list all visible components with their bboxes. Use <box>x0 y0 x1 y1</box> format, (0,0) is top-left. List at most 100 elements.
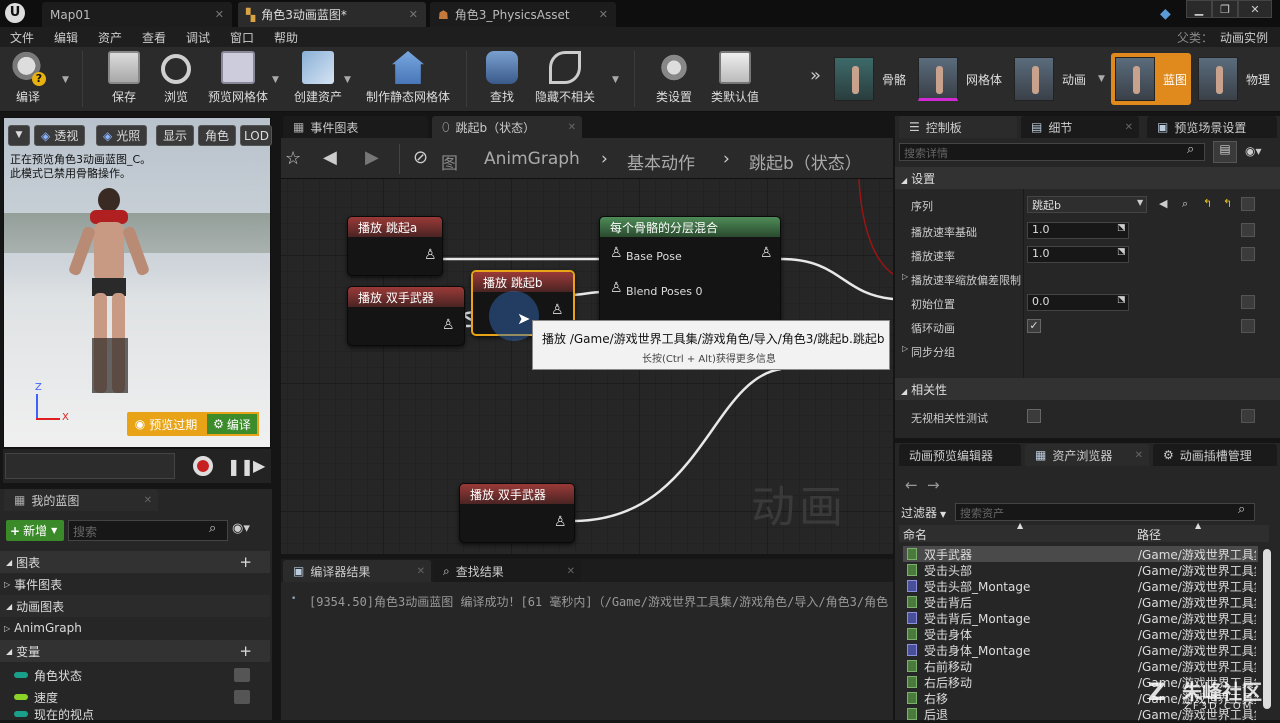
chevrons-right-icon[interactable]: » <box>810 65 821 86</box>
add-graph-plus-icon[interactable]: + <box>239 553 252 571</box>
start-position-input[interactable]: 0.0 <box>1027 294 1129 311</box>
close-icon[interactable]: ✕ <box>144 495 152 506</box>
search-icon[interactable]: ⌕ <box>1182 197 1188 211</box>
mode-physics[interactable]: 物理 <box>1198 54 1270 104</box>
node-layered-blend[interactable]: 每个骨骼的分层混合 ♙ Base Pose ♙ Blend Poses 0 ♙ <box>599 216 781 326</box>
perspective-button[interactable]: ◈ 透视 <box>34 125 86 146</box>
tab-preview-scene[interactable]: ▣ 预览场景设置 <box>1147 116 1277 138</box>
parent-class-link[interactable]: 动画实例 <box>1220 29 1268 46</box>
mode-animation[interactable]: 动画 ▼ <box>1014 54 1105 104</box>
chevron-down-icon[interactable]: ▼ <box>1098 74 1105 84</box>
loop-checkbox[interactable]: ✓ <box>1027 319 1041 333</box>
lod-button[interactable]: LOD <box>240 125 272 146</box>
back-arrow-icon[interactable]: ◀ <box>323 147 337 168</box>
mode-skeleton[interactable]: 骨骼 <box>834 54 906 104</box>
search-icon[interactable]: ⌕ <box>209 521 216 536</box>
blend-poses-pin-icon[interactable]: ♙ <box>610 280 623 296</box>
chevron-down-icon[interactable]: ▼ <box>272 75 279 85</box>
node-play-dual-weapons-2[interactable]: 播放 双手武器 ♙ <box>459 483 575 543</box>
menu-file[interactable]: 文件 <box>10 29 34 46</box>
chevron-down-icon[interactable]: ▼ <box>612 75 619 85</box>
menu-asset[interactable]: 资产 <box>98 29 122 46</box>
chevron-down-icon[interactable]: ▼ <box>1137 198 1143 207</box>
close-icon[interactable]: ✕ <box>417 566 425 577</box>
chevron-down-icon[interactable]: ▼ <box>62 75 69 85</box>
preview-outdated-button[interactable]: ◉ 预览过期 <box>127 412 205 436</box>
anim-graph-item[interactable]: ▷ AnimGraph <box>0 617 270 639</box>
pose-pin-icon[interactable]: ♙ <box>554 514 567 530</box>
play-rate-input[interactable]: 1.0 <box>1027 246 1129 263</box>
back-arrow-icon[interactable]: ◀ <box>1159 197 1167 210</box>
variable-item[interactable]: 现在的视点 <box>0 708 270 720</box>
event-graph-item[interactable]: ▷ 事件图表 <box>0 573 270 595</box>
close-icon[interactable]: ✕ <box>567 566 575 577</box>
play-icon[interactable]: ▶ <box>253 456 265 475</box>
detail-row-sync-group[interactable]: ▷ 同步分组 <box>897 339 1280 363</box>
viewport-compile-button[interactable]: ⚙ 编译 <box>205 412 259 436</box>
filter-button[interactable]: 过滤器 ▼ <box>901 504 946 521</box>
detail-row-scale-bias[interactable]: ▷ 播放速率缩放偏差限制 <box>897 267 1280 291</box>
ignore-relevancy-checkbox[interactable] <box>1027 409 1041 423</box>
section-settings[interactable]: ◢ 设置 <box>895 167 1280 189</box>
hide-unrelated-button[interactable]: 隐藏不相关 <box>532 51 598 109</box>
chevron-down-icon[interactable]: ▼ <box>344 75 351 85</box>
menu-edit[interactable]: 编辑 <box>54 29 78 46</box>
close-icon[interactable]: ✕ <box>1135 450 1143 461</box>
minimize-button[interactable]: ▁ <box>1186 0 1212 18</box>
base-pose-pin-icon[interactable]: ♙ <box>610 245 623 261</box>
asset-list-item[interactable]: 受击头部/Game/游戏世界工具集 <box>903 562 1258 578</box>
spin-icon[interactable]: ⬔ <box>1117 247 1126 257</box>
section-variables[interactable]: ◢ 变量 + <box>0 640 270 662</box>
view-options-eye-icon[interactable]: ◉▾ <box>232 521 250 536</box>
mode-blueprint[interactable]: 蓝图 <box>1111 53 1192 105</box>
pin-checkbox[interactable] <box>1241 197 1255 211</box>
close-window-button[interactable]: ✕ <box>1238 0 1272 18</box>
breadcrumb-item[interactable]: 图 <box>441 149 458 174</box>
notification-icon[interactable]: ◆ <box>1160 6 1171 22</box>
asset-list-item[interactable]: 双手武器/Game/游戏世界工具集 <box>903 546 1258 562</box>
variable-item[interactable]: 角色状态 <box>0 664 270 686</box>
tab-details[interactable]: ▤ 细节 ✕ <box>1021 116 1139 138</box>
asset-list-item[interactable]: 受击身体_Montage/Game/游戏世界工具集 <box>903 642 1258 658</box>
forward-arrow-icon[interactable]: → <box>927 476 940 494</box>
use-selected-icon[interactable]: ↰ <box>1203 197 1212 210</box>
forward-arrow-icon[interactable]: ▶ <box>365 147 379 168</box>
browse-button[interactable]: 浏览 <box>156 51 196 109</box>
lighting-button[interactable]: ◈ 光照 <box>96 125 148 146</box>
visibility-icon[interactable] <box>234 690 250 704</box>
pose-pin-icon[interactable]: ♙ <box>424 247 437 263</box>
compile-button[interactable]: ? 编译 <box>6 51 50 109</box>
log-line[interactable]: [9354.50]角色3动画蓝图 编译成功！[61 毫秒内]（/Game/游戏世… <box>309 593 889 610</box>
visibility-icon[interactable] <box>234 668 250 682</box>
back-arrow-icon[interactable]: ← <box>905 476 918 494</box>
asset-list-item[interactable]: 受击背后/Game/游戏世界工具集 <box>903 594 1258 610</box>
breadcrumb-item[interactable]: 基本动作 <box>627 149 695 174</box>
sequence-dropdown[interactable]: 跳起b <box>1027 196 1147 213</box>
tab-asset-browser[interactable]: ▦ 资产浏览器 ✕ <box>1025 444 1149 466</box>
asset-list-item[interactable]: 受击头部_Montage/Game/游戏世界工具集 <box>903 578 1258 594</box>
tab-control-panel[interactable]: ☰ 控制板 <box>899 116 1017 138</box>
section-graphs[interactable]: ◢ 图表 + <box>0 551 270 573</box>
pin-checkbox[interactable] <box>1241 247 1255 261</box>
show-button[interactable]: 显示 <box>156 125 195 146</box>
view-list-icon[interactable]: ▤ <box>1213 141 1237 163</box>
play-rate-basis-input[interactable]: 1.0 <box>1027 222 1129 239</box>
new-button[interactable]: + 新增 ▼ <box>6 520 64 541</box>
make-static-mesh-button[interactable]: 制作静态网格体 <box>364 51 452 109</box>
preview-mesh-button[interactable]: 预览网格体 <box>206 51 270 109</box>
spin-icon[interactable]: ⬔ <box>1117 295 1126 305</box>
pin-checkbox[interactable] <box>1241 319 1255 333</box>
character-button[interactable]: 角色 <box>198 125 237 146</box>
close-icon[interactable]: ✕ <box>409 8 418 21</box>
menu-view[interactable]: 查看 <box>142 29 166 46</box>
tab-my-blueprint[interactable]: ▦ 我的蓝图 ✕ <box>4 489 158 511</box>
tab-state-jump-b[interactable]: ⬯ 跳起b（状态） ✕ <box>432 116 582 138</box>
menu-debug[interactable]: 调试 <box>186 29 210 46</box>
viewport-options-button[interactable]: ▼ <box>8 125 30 146</box>
pose-pin-icon[interactable]: ♙ <box>442 317 455 333</box>
menu-window[interactable]: 窗口 <box>230 29 254 46</box>
find-button[interactable]: 查找 <box>480 51 524 109</box>
create-asset-button[interactable]: 创建资产 <box>290 51 346 109</box>
blueprint-search-input[interactable]: 搜索 <box>68 520 228 541</box>
asset-list-item[interactable]: 受击身体/Game/游戏世界工具集 <box>903 626 1258 642</box>
